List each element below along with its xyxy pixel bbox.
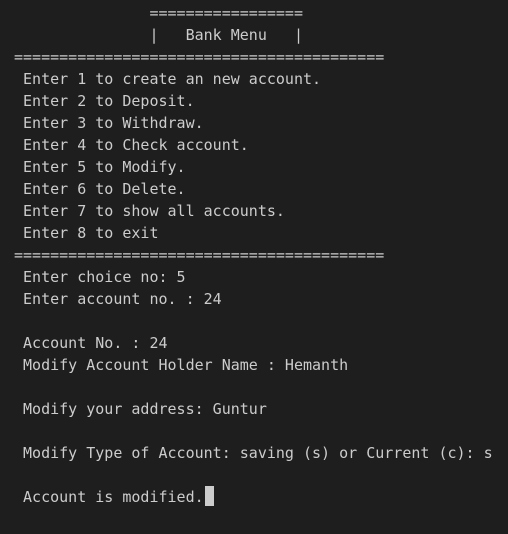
menu-option-check: Enter 4 to Check account. [14,136,249,154]
account-number-display: Account No. : 24 [14,334,168,352]
menu-separator-bottom: ========================================… [14,246,385,264]
status-line: Account is modified. [0,486,508,508]
modify-address-prompt: Modify your address: Guntur [14,400,267,418]
menu-title: | Bank Menu | [14,26,303,44]
menu-separator: ========================================… [14,48,385,66]
menu-option-withdraw: Enter 3 to Withdraw. [14,114,204,132]
menu-border-top: ================= [14,4,303,22]
menu-option-show-all: Enter 7 to show all accounts. [14,202,285,220]
modify-name-prompt: Modify Account Holder Name : Hemanth [14,356,349,374]
menu-option-exit: Enter 8 to exit [14,224,159,242]
menu-option-delete: Enter 6 to Delete. [14,180,186,198]
text-cursor [204,486,214,506]
menu-option-deposit: Enter 2 to Deposit. [14,92,195,110]
menu-option-modify: Enter 5 to Modify. [14,158,186,176]
status-message: Account is modified. [14,488,204,506]
account-number-prompt: Enter account no. : 24 [14,290,222,308]
choice-prompt: Enter choice no: 5 [14,268,186,286]
terminal-output[interactable]: ================= | Bank Menu | ========… [0,0,508,534]
menu-option-create: Enter 1 to create an new account. [14,70,322,88]
modify-type-prompt: Modify Type of Account: saving (s) or Cu… [14,444,493,462]
